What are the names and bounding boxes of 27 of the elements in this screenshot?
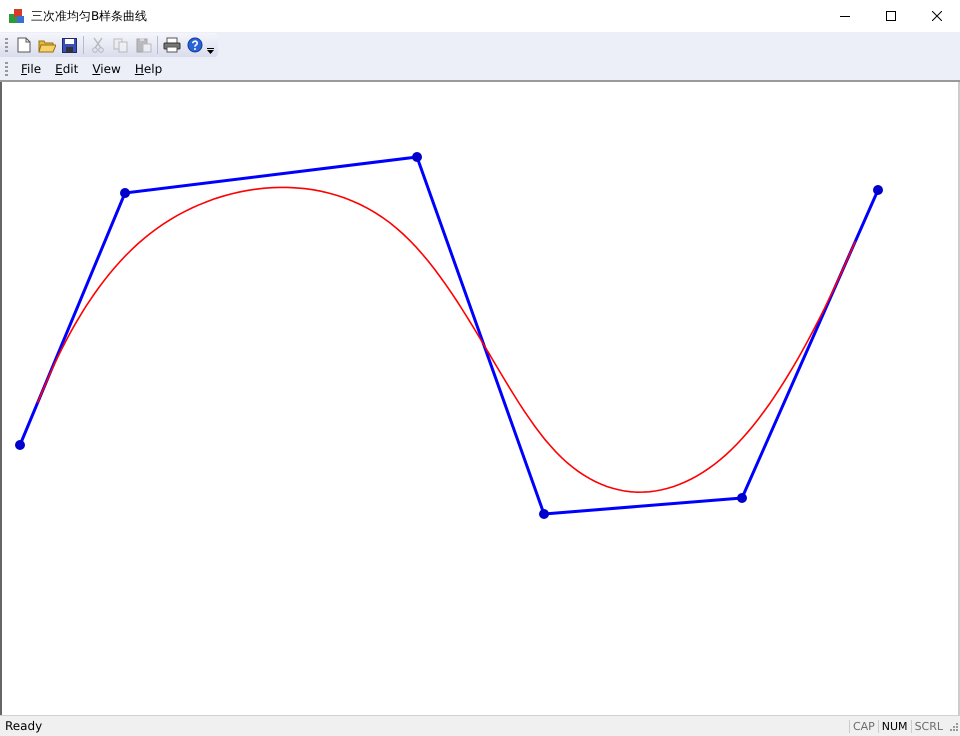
close-icon — [932, 11, 942, 21]
control-point[interactable] — [120, 188, 130, 198]
menu-item[interactable]: Help — [128, 59, 170, 79]
control-point[interactable] — [15, 440, 25, 450]
control-point[interactable] — [539, 509, 549, 519]
menu-item[interactable]: Edit — [48, 59, 86, 79]
folder-icon — [38, 38, 56, 52]
status-text: Ready — [5, 719, 44, 733]
copy-icon — [112, 38, 128, 52]
status-indicator: CAP — [848, 720, 878, 732]
help-icon — [186, 37, 202, 53]
resize-grip-icon[interactable] — [948, 721, 958, 731]
app-icon — [9, 8, 25, 24]
maximize-icon — [886, 11, 896, 21]
clipboard-icon — [136, 37, 152, 53]
window-title: 三次准均匀B样条曲线 — [31, 8, 148, 24]
menu-item[interactable]: File — [14, 59, 48, 79]
overflow-chevron-icon[interactable] — [207, 48, 214, 54]
status-indicator: NUM — [878, 720, 911, 732]
control-point[interactable] — [873, 185, 883, 195]
scissors-icon — [92, 37, 104, 53]
status-indicator: SCRL — [910, 720, 946, 732]
control-point[interactable] — [737, 493, 747, 503]
printer-icon — [162, 37, 180, 53]
document-icon — [16, 37, 30, 53]
control-point[interactable] — [412, 152, 422, 162]
menu-item[interactable]: View — [85, 59, 128, 79]
